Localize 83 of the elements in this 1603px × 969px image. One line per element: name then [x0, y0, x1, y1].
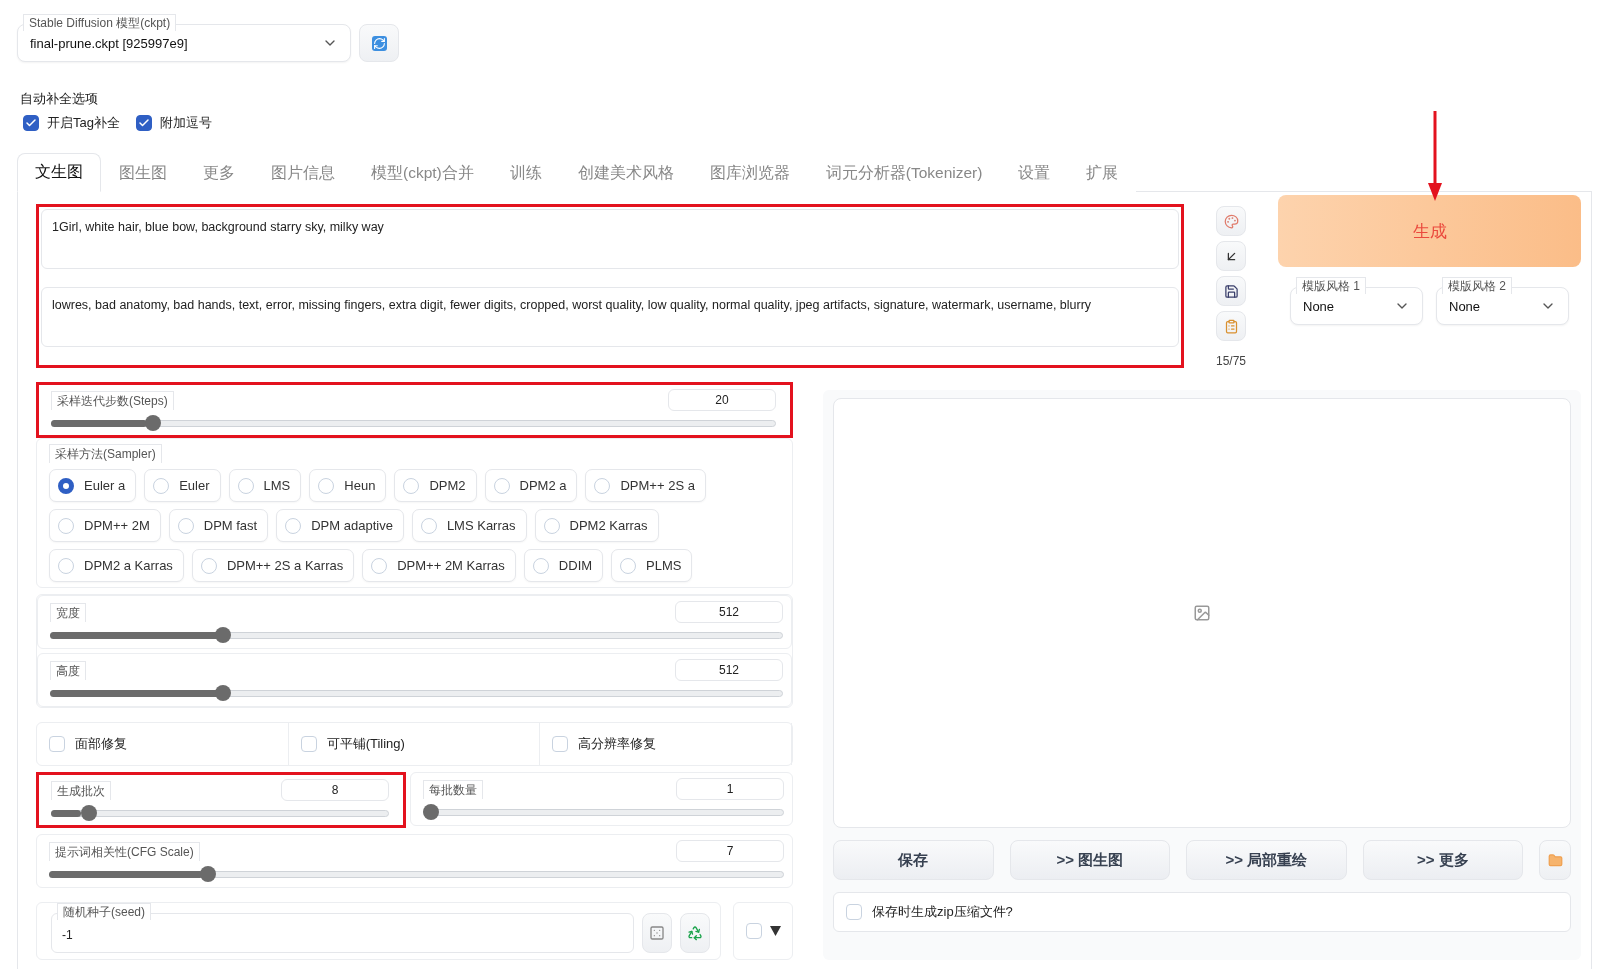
slider-thumb[interactable] [145, 415, 162, 431]
section-title: 自动补全选项 [20, 90, 99, 108]
slider-label: 采样迭代步数(Steps) [51, 390, 174, 410]
group-label: 采样方法(Sampler) [49, 444, 162, 463]
sampler-option[interactable]: Heun [309, 469, 387, 502]
token-counter: 15/75 [1216, 354, 1246, 368]
tab[interactable]: 文生图 [17, 153, 101, 192]
refresh-button[interactable] [359, 24, 399, 62]
sampler-option[interactable]: DPM2 Karras [534, 509, 659, 542]
sampler-option[interactable]: Euler a [49, 469, 137, 502]
number-field[interactable]: 20 [668, 389, 776, 411]
prompt-field[interactable]: 1Girl, white hair, blue bow, background starry sky, milky way [41, 209, 1179, 269]
slider[interactable] [50, 627, 783, 643]
negative-prompt-field[interactable]: lowres, bad anatomy, bad hands, text, error, missing fingers, extra digit, fewer digits, cropped, worst quality, low quality, normal quality, jpeg artifacts, signature, watermark, username, blurry [41, 287, 1179, 347]
action-button[interactable]: >> 局部重绘 [1186, 840, 1347, 880]
slider-label: 高度 [50, 660, 86, 680]
checkbox-label: 可平铺(Tiling) [326, 735, 405, 753]
folder-button[interactable] [1539, 840, 1571, 880]
sampler-option[interactable]: PLMS [611, 549, 693, 582]
slider[interactable] [51, 805, 389, 821]
number-field[interactable]: 512 [675, 601, 783, 623]
checkbox-label: 高分辨率修复 [578, 735, 657, 753]
slider-thumb[interactable] [423, 804, 439, 820]
dropdown-label: 模版风格 1 [1296, 277, 1366, 294]
action-button[interactable]: >> 更多 [1362, 840, 1523, 880]
sampler-option[interactable]: LMS [228, 469, 302, 502]
check-icon [137, 117, 150, 129]
arrow-button[interactable] [1216, 241, 1246, 271]
sampler-option[interactable]: DPM++ 2S a Karras [191, 549, 355, 582]
slider-thumb[interactable] [80, 805, 97, 821]
sampler-option[interactable]: DPM adaptive [276, 509, 404, 542]
slider[interactable] [50, 685, 783, 701]
palette-icon [1223, 213, 1239, 229]
slider[interactable] [423, 804, 784, 820]
slider-label: 宽度 [50, 602, 86, 622]
clipboard-icon [1223, 318, 1239, 334]
check-icon [25, 117, 37, 129]
slider-label: 提示词相关性(CFG Scale) [49, 841, 200, 861]
sampler-option[interactable]: LMS Karras [411, 509, 527, 542]
radio-button[interactable] [58, 477, 74, 494]
save-button[interactable] [1216, 276, 1246, 306]
recycle-icon [687, 925, 703, 941]
dice-icon [649, 925, 665, 941]
checkbox-label: 开启Tag补全 [47, 114, 120, 132]
checkbox[interactable] [135, 115, 152, 131]
number-field[interactable]: 1 [676, 778, 784, 800]
slider[interactable] [51, 415, 776, 431]
checkbox-label: 附加逗号 [159, 114, 212, 132]
clipboard-button[interactable] [1216, 311, 1246, 341]
slider-thumb[interactable] [215, 685, 232, 701]
sampler-option[interactable]: DPM++ 2M [49, 509, 161, 542]
field-label: 随机种子(seed) [57, 903, 151, 920]
slider[interactable] [49, 866, 784, 882]
action-button[interactable]: >> 图生图 [1009, 840, 1170, 880]
slider-thumb[interactable] [200, 866, 217, 882]
slider-fill [51, 810, 82, 817]
action-button[interactable]: 保存 [833, 840, 994, 880]
sampler-option[interactable]: DPM2 a Karras [49, 549, 184, 582]
dropdown-label: 模版风格 2 [1442, 277, 1512, 294]
image-icon [1193, 604, 1211, 622]
refresh-icon [371, 35, 387, 51]
dice-button[interactable] [642, 913, 672, 953]
sampler-option[interactable]: DPM2 a [484, 469, 578, 502]
sampler-option[interactable]: DDIM [523, 549, 604, 582]
sampler-option[interactable]: DPM++ 2M Karras [362, 549, 516, 582]
slider-label: 生成批次 [51, 780, 111, 800]
dropdown-label: Stable Diffusion 模型(ckpt) [23, 14, 177, 31]
sampler-option[interactable]: DPM++ 2S a [585, 469, 706, 502]
palette-button[interactable] [1216, 206, 1246, 236]
sampler-option[interactable]: DPM2 [394, 469, 477, 502]
caret-icon[interactable] [769, 926, 781, 936]
sampler-option[interactable]: Euler [144, 469, 221, 502]
checkbox-label: 面部修复 [75, 735, 127, 753]
number-field[interactable]: 512 [675, 659, 783, 681]
number-field[interactable]: 8 [281, 779, 389, 801]
slider-label: 每批数量 [423, 779, 483, 799]
checkbox-label: 保存时生成zip压缩文件? [872, 903, 1013, 921]
number-field[interactable]: 7 [676, 840, 784, 862]
slider-thumb[interactable] [215, 627, 232, 643]
recycle-button[interactable] [680, 913, 710, 953]
folder-icon [1547, 852, 1563, 868]
sampler-option[interactable]: DPM fast [168, 509, 269, 542]
checkbox[interactable] [23, 115, 39, 131]
